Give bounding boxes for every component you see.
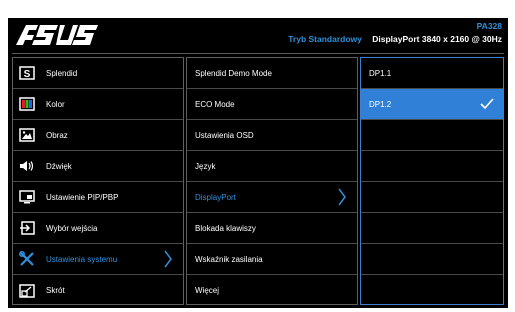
checkmark-icon [479, 97, 495, 111]
picture-icon [18, 127, 36, 143]
color-bars-icon [18, 96, 36, 112]
menu-label: Skrót [46, 286, 65, 295]
option-dp12[interactable]: DP1.2 [361, 89, 503, 120]
chevron-right-icon [163, 250, 177, 268]
menu-label: Wybór wejścia [46, 223, 98, 233]
menu-item-kolor[interactable]: Kolor [13, 89, 183, 120]
option-empty [361, 213, 503, 244]
submenu-label: Język [195, 161, 216, 171]
menu-label: Kolor [46, 99, 65, 109]
submenu-item-displayport[interactable]: DisplayPort [187, 182, 357, 213]
input-info: DisplayPort 3840 x 2160 @ 30Hz [372, 34, 502, 44]
submenu-label: Ustawienia OSD [195, 130, 254, 140]
osd-header: PA328 Tryb Standardowy DisplayPort 3840 … [8, 18, 508, 50]
wrench-screwdriver-icon [18, 251, 36, 267]
model-name: PA328 [476, 21, 502, 31]
submenu-label: Wskaźnik zasilania [195, 254, 263, 264]
osd-menu: PA328 Tryb Standardowy DisplayPort 3840 … [8, 18, 508, 308]
submenu-item-demo-mode[interactable]: Splendid Demo Mode [187, 58, 357, 89]
option-empty [361, 244, 503, 275]
menu-item-shortcut[interactable]: Skrót [13, 275, 183, 306]
option-label: DP1.2 [369, 99, 392, 109]
options-panel: DP1.1 DP1.2 [360, 57, 504, 305]
chevron-right-icon [337, 188, 351, 206]
menu-item-splendid[interactable]: S Splendid [13, 58, 183, 89]
menu-item-pip-pbp[interactable]: Ustawienie PIP/PBP [13, 182, 183, 213]
menu-label: Ustawienie PIP/PBP [46, 192, 119, 202]
submenu-item-osd-settings[interactable]: Ustawienia OSD [187, 120, 357, 151]
submenu-item-power-indicator[interactable]: Wskaźnik zasilania [187, 244, 357, 275]
menu-item-system-settings[interactable]: Ustawienia systemu [13, 244, 183, 275]
menu-label: Splendid [46, 68, 78, 78]
menu-label: Ustawienia systemu [46, 254, 118, 264]
menu-item-dzwiek[interactable]: Dźwięk [13, 151, 183, 182]
submenu-item-key-lock[interactable]: Blokada klawiszy [187, 213, 357, 244]
current-mode: Tryb Standardowy [288, 34, 362, 44]
submenu-label: Splendid Demo Mode [195, 68, 272, 78]
submenu-label: Więcej [195, 286, 220, 295]
submenu-item-eco-mode[interactable]: ECO Mode [187, 89, 357, 120]
submenu-label: Blokada klawiszy [195, 223, 256, 233]
menu-item-input-select[interactable]: Wybór wejścia [13, 213, 183, 244]
submenu-label: DisplayPort [195, 192, 236, 202]
option-dp11[interactable]: DP1.1 [361, 58, 503, 89]
option-empty [361, 120, 503, 151]
speaker-icon [18, 158, 36, 174]
splendid-s-icon: S [18, 65, 36, 81]
submenu-item-more[interactable]: Więcej [187, 275, 357, 306]
option-empty [361, 182, 503, 213]
option-label: DP1.1 [369, 68, 392, 78]
menu-label: Obraz [46, 130, 68, 140]
submenu-item-language[interactable]: Język [187, 151, 357, 182]
menu-label: Dźwięk [46, 161, 72, 171]
asus-logo [14, 23, 98, 47]
option-empty [361, 151, 503, 182]
shortcut-icon [18, 283, 36, 299]
status-row: Tryb Standardowy DisplayPort 3840 x 2160… [288, 34, 502, 44]
main-menu: S Splendid Kolor Obraz Dźwięk Ustawienie… [12, 57, 184, 305]
option-empty [361, 275, 503, 306]
submenu-label: ECO Mode [195, 99, 235, 109]
svg-text:S: S [24, 69, 31, 80]
header-divider [12, 53, 504, 54]
pip-icon [18, 189, 36, 205]
menu-item-obraz[interactable]: Obraz [13, 120, 183, 151]
input-select-icon [18, 220, 36, 236]
submenu: Splendid Demo Mode ECO Mode Ustawienia O… [186, 57, 358, 305]
